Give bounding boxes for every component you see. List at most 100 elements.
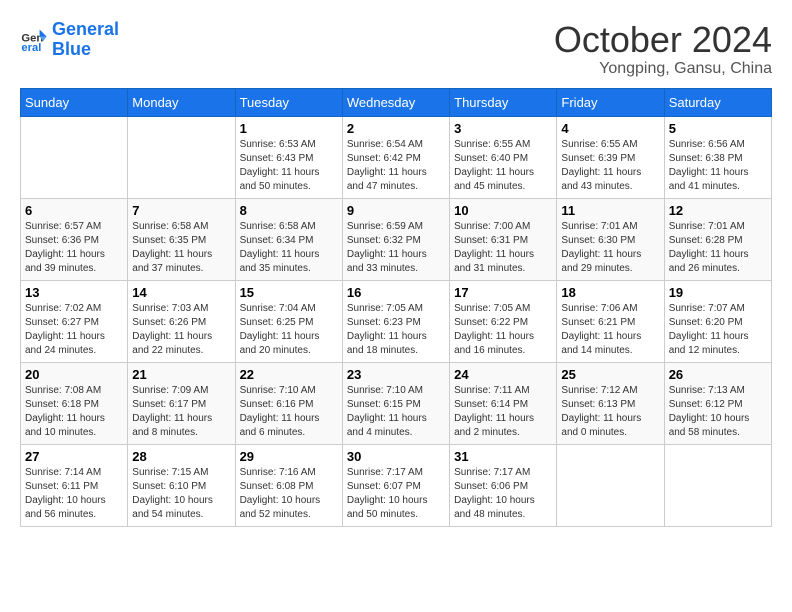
calendar-cell [557, 444, 664, 526]
calendar-cell: 28 Sunrise: 7:15 AMSunset: 6:10 PMDayligh… [128, 444, 235, 526]
calendar-cell: 13Sunrise: 7:02 AMSunset: 6:27 PMDayligh… [21, 280, 128, 362]
day-number: 4 [561, 121, 659, 136]
calendar-cell: 27 Sunrise: 7:14 AMSunset: 6:11 PMDayligh… [21, 444, 128, 526]
calendar-week-5: 27 Sunrise: 7:14 AMSunset: 6:11 PMDayligh… [21, 444, 772, 526]
page-header: Gen eral General Blue October 2024 Yongp… [20, 20, 772, 78]
calendar-cell: 12 Sunrise: 7:01 AMSunset: 6:28 PMDayligh… [664, 198, 771, 280]
day-number: 8 [240, 203, 338, 218]
calendar-cell: 29 Sunrise: 7:16 AMSunset: 6:08 PMDayligh… [235, 444, 342, 526]
calendar-cell: 15Sunrise: 7:04 AMSunset: 6:25 PMDayligh… [235, 280, 342, 362]
day-number: 16 [347, 285, 445, 300]
day-number: 1 [240, 121, 338, 136]
day-info: Sunrise: 7:12 AMSunset: 6:13 PMDaylight:… [561, 384, 659, 440]
day-number: 30 [347, 449, 445, 464]
calendar-cell: 9 Sunrise: 6:59 AMSunset: 6:32 PMDaylight… [342, 198, 449, 280]
day-number: 19 [669, 285, 767, 300]
calendar-cell: 6Sunrise: 6:57 AMSunset: 6:36 PMDaylight… [21, 198, 128, 280]
logo: Gen eral General Blue [20, 20, 119, 60]
calendar-cell: 30Sunrise: 7:17 AMSunset: 6:07 PMDayligh… [342, 444, 449, 526]
calendar-cell: 22 Sunrise: 7:10 AMSunset: 6:16 PMDayligh… [235, 362, 342, 444]
day-info: Sunrise: 7:16 AMSunset: 6:08 PMDaylight:… [240, 466, 338, 522]
day-number: 9 [347, 203, 445, 218]
day-number: 12 [669, 203, 767, 218]
calendar-cell: 1 Sunrise: 6:53 AMSunset: 6:43 PMDaylight… [235, 116, 342, 198]
day-number: 2 [347, 121, 445, 136]
day-info: Sunrise: 6:58 AMSunset: 6:35 PMDaylight:… [132, 220, 230, 276]
calendar-cell: 7 Sunrise: 6:58 AMSunset: 6:35 PMDaylight… [128, 198, 235, 280]
calendar-cell: 11Sunrise: 7:01 AMSunset: 6:30 PMDayligh… [557, 198, 664, 280]
day-number: 21 [132, 367, 230, 382]
day-number: 31 [454, 449, 552, 464]
day-number: 15 [240, 285, 338, 300]
day-info: Sunrise: 6:53 AMSunset: 6:43 PMDaylight:… [240, 138, 338, 194]
day-info: Sunrise: 7:17 AMSunset: 6:06 PMDaylight:… [454, 466, 552, 522]
day-info: Sunrise: 7:14 AMSunset: 6:11 PMDaylight:… [25, 466, 123, 522]
month-title: October 2024 [554, 20, 772, 60]
day-number: 24 [454, 367, 552, 382]
calendar-cell: 3Sunrise: 6:55 AMSunset: 6:40 PMDaylight… [450, 116, 557, 198]
day-info: Sunrise: 6:55 AMSunset: 6:39 PMDaylight:… [561, 138, 659, 194]
day-info: Sunrise: 7:05 AMSunset: 6:23 PMDaylight:… [347, 302, 445, 358]
day-info: Sunrise: 7:15 AMSunset: 6:10 PMDaylight:… [132, 466, 230, 522]
day-number: 26 [669, 367, 767, 382]
location-title: Yongping, Gansu, China [554, 60, 772, 78]
day-info: Sunrise: 7:03 AMSunset: 6:26 PMDaylight:… [132, 302, 230, 358]
day-info: Sunrise: 7:06 AMSunset: 6:21 PMDaylight:… [561, 302, 659, 358]
calendar-cell: 23 Sunrise: 7:10 AMSunset: 6:15 PMDayligh… [342, 362, 449, 444]
day-info: Sunrise: 6:57 AMSunset: 6:36 PMDaylight:… [25, 220, 123, 276]
weekday-header-monday: Monday [128, 88, 235, 116]
calendar-cell: 16 Sunrise: 7:05 AMSunset: 6:23 PMDayligh… [342, 280, 449, 362]
day-info: Sunrise: 6:59 AMSunset: 6:32 PMDaylight:… [347, 220, 445, 276]
weekday-header-wednesday: Wednesday [342, 88, 449, 116]
calendar-cell: 25 Sunrise: 7:12 AMSunset: 6:13 PMDayligh… [557, 362, 664, 444]
day-number: 27 [25, 449, 123, 464]
calendar-week-1: 1 Sunrise: 6:53 AMSunset: 6:43 PMDaylight… [21, 116, 772, 198]
day-info: Sunrise: 7:01 AMSunset: 6:28 PMDaylight:… [669, 220, 767, 276]
weekday-header-friday: Friday [557, 88, 664, 116]
day-number: 11 [561, 203, 659, 218]
calendar-cell: 26 Sunrise: 7:13 AMSunset: 6:12 PMDayligh… [664, 362, 771, 444]
day-number: 18 [561, 285, 659, 300]
day-info: Sunrise: 7:10 AMSunset: 6:15 PMDaylight:… [347, 384, 445, 440]
calendar-cell: 14Sunrise: 7:03 AMSunset: 6:26 PMDayligh… [128, 280, 235, 362]
day-info: Sunrise: 7:13 AMSunset: 6:12 PMDaylight:… [669, 384, 767, 440]
calendar-cell [21, 116, 128, 198]
day-info: Sunrise: 6:56 AMSunset: 6:38 PMDaylight:… [669, 138, 767, 194]
day-info: Sunrise: 7:11 AMSunset: 6:14 PMDaylight:… [454, 384, 552, 440]
calendar-cell: 4 Sunrise: 6:55 AMSunset: 6:39 PMDaylight… [557, 116, 664, 198]
calendar-cell: 8Sunrise: 6:58 AMSunset: 6:34 PMDaylight… [235, 198, 342, 280]
logo-icon: Gen eral [20, 26, 48, 54]
weekday-header-thursday: Thursday [450, 88, 557, 116]
calendar-cell: 2 Sunrise: 6:54 AMSunset: 6:42 PMDaylight… [342, 116, 449, 198]
day-info: Sunrise: 7:09 AMSunset: 6:17 PMDaylight:… [132, 384, 230, 440]
calendar-cell [664, 444, 771, 526]
day-number: 20 [25, 367, 123, 382]
weekday-header-row: SundayMondayTuesdayWednesdayThursdayFrid… [21, 88, 772, 116]
day-number: 3 [454, 121, 552, 136]
day-number: 29 [240, 449, 338, 464]
logo-line1: General [52, 19, 119, 39]
calendar-cell: 21 Sunrise: 7:09 AMSunset: 6:17 PMDayligh… [128, 362, 235, 444]
day-info: Sunrise: 6:54 AMSunset: 6:42 PMDaylight:… [347, 138, 445, 194]
logo-text: General Blue [52, 20, 119, 60]
day-number: 23 [347, 367, 445, 382]
day-info: Sunrise: 7:10 AMSunset: 6:16 PMDaylight:… [240, 384, 338, 440]
calendar-cell: 24 Sunrise: 7:11 AMSunset: 6:14 PMDayligh… [450, 362, 557, 444]
day-info: Sunrise: 7:05 AMSunset: 6:22 PMDaylight:… [454, 302, 552, 358]
weekday-header-sunday: Sunday [21, 88, 128, 116]
calendar-cell: 18 Sunrise: 7:06 AMSunset: 6:21 PMDayligh… [557, 280, 664, 362]
day-info: Sunrise: 7:00 AMSunset: 6:31 PMDaylight:… [454, 220, 552, 276]
calendar-cell [128, 116, 235, 198]
day-number: 5 [669, 121, 767, 136]
calendar-cell: 19Sunrise: 7:07 AMSunset: 6:20 PMDayligh… [664, 280, 771, 362]
calendar-cell: 20 Sunrise: 7:08 AMSunset: 6:18 PMDayligh… [21, 362, 128, 444]
svg-text:eral: eral [21, 42, 41, 54]
title-block: October 2024 Yongping, Gansu, China [554, 20, 772, 78]
calendar-week-4: 20 Sunrise: 7:08 AMSunset: 6:18 PMDayligh… [21, 362, 772, 444]
day-number: 28 [132, 449, 230, 464]
day-number: 17 [454, 285, 552, 300]
day-info: Sunrise: 7:08 AMSunset: 6:18 PMDaylight:… [25, 384, 123, 440]
day-number: 7 [132, 203, 230, 218]
day-number: 22 [240, 367, 338, 382]
day-number: 25 [561, 367, 659, 382]
